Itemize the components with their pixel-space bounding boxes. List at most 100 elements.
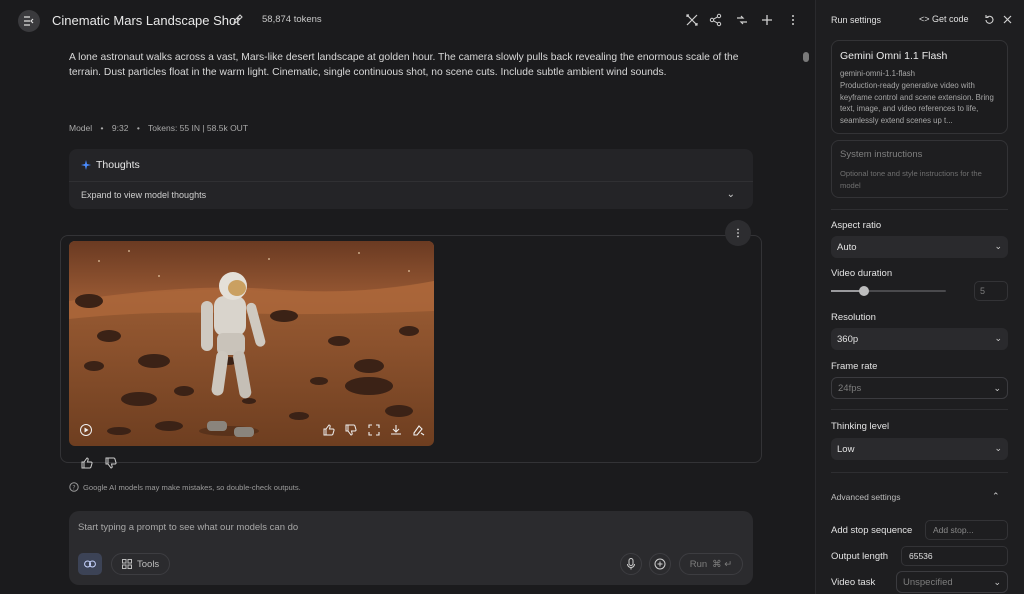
tools-button[interactable]: Tools bbox=[111, 553, 171, 575]
model-selector[interactable]: Gemini Omni 1.1 Flash gemini-omni-1.1-fl… bbox=[831, 40, 1008, 134]
meta-separator: • bbox=[100, 123, 104, 133]
chevron-down-icon: ⌄ bbox=[994, 443, 1002, 453]
aspect-ratio-value: Auto bbox=[837, 241, 857, 253]
chevron-down-icon: ⌄ bbox=[994, 241, 1002, 251]
menu-toggle-button[interactable] bbox=[18, 10, 40, 32]
grid-icon bbox=[122, 559, 132, 569]
divider bbox=[69, 181, 753, 182]
resolution-select[interactable]: 360p ⌄ bbox=[831, 328, 1008, 350]
menu-collapse-icon bbox=[24, 16, 34, 26]
thinking-level-value: Low bbox=[837, 443, 855, 455]
thinking-level-label: Thinking level bbox=[831, 421, 890, 432]
get-code-button[interactable]: <> Get code bbox=[919, 14, 969, 24]
run-label: Run bbox=[689, 558, 708, 570]
fullscreen-icon[interactable] bbox=[367, 423, 381, 437]
response-more-button[interactable] bbox=[725, 220, 751, 246]
chevron-down-icon: ⌄ bbox=[993, 577, 1001, 587]
video-duration-slider[interactable] bbox=[831, 286, 946, 296]
microphone-icon bbox=[627, 558, 635, 570]
download-icon[interactable] bbox=[389, 423, 403, 437]
resolution-value: 360p bbox=[837, 333, 859, 345]
app-root: Cinematic Mars Landscape Shot 58,874 tok… bbox=[0, 0, 1024, 594]
divider bbox=[831, 209, 1008, 210]
add-icon[interactable] bbox=[760, 13, 774, 27]
divider bbox=[831, 409, 1008, 410]
frame-rate-value: 24fps bbox=[838, 382, 862, 394]
system-instructions-title: System instructions bbox=[840, 149, 923, 160]
system-instructions-placeholder: Optional tone and style instructions for… bbox=[840, 169, 982, 190]
compare-icon[interactable] bbox=[735, 13, 749, 27]
response-meta: Model • 9:32 • Tokens: 55 IN | 58.5k OUT bbox=[69, 123, 254, 133]
add-media-button[interactable] bbox=[649, 553, 671, 575]
resolution-label: Resolution bbox=[831, 312, 876, 323]
video-duration-input[interactable]: 5 bbox=[974, 281, 1008, 301]
more-vert-icon bbox=[737, 228, 739, 238]
thoughts-header: Thoughts bbox=[81, 159, 140, 171]
prompt-composer[interactable]: Start typing a prompt to see what our mo… bbox=[69, 511, 753, 585]
response-time: 9:32 bbox=[111, 123, 129, 133]
thoughts-expand-label[interactable]: Expand to view model thoughts bbox=[81, 190, 206, 200]
add-circle-icon bbox=[654, 558, 666, 570]
chevron-down-icon[interactable]: ⌄ bbox=[727, 189, 735, 200]
reset-icon[interactable] bbox=[984, 14, 995, 25]
code-icon: <> bbox=[919, 14, 930, 24]
disclaimer: ? Google AI models may make mistakes, so… bbox=[69, 482, 301, 492]
model-id: gemini-omni-1.1-flash bbox=[840, 69, 915, 78]
output-length-input[interactable]: 65536 bbox=[901, 546, 1008, 566]
advanced-settings-toggle[interactable]: Advanced settings bbox=[831, 492, 900, 502]
slider-thumb[interactable] bbox=[859, 286, 869, 296]
response-role: Model bbox=[69, 123, 93, 133]
model-description: Production-ready generative video with k… bbox=[840, 81, 994, 125]
close-icon[interactable] bbox=[1003, 15, 1012, 24]
generated-video[interactable] bbox=[69, 241, 434, 446]
link-button[interactable] bbox=[78, 553, 102, 575]
share-icon[interactable] bbox=[709, 13, 723, 27]
video-task-select[interactable]: Unspecified ⌄ bbox=[896, 571, 1008, 593]
more-vert-icon[interactable] bbox=[786, 13, 800, 27]
thumbs-down-icon[interactable] bbox=[344, 423, 358, 437]
link-icon bbox=[84, 560, 96, 568]
compare-tools-icon[interactable] bbox=[685, 13, 699, 27]
thumbs-up-icon[interactable] bbox=[80, 456, 94, 470]
meta-separator: • bbox=[136, 123, 140, 133]
stop-sequence-label: Add stop sequence bbox=[831, 525, 913, 536]
response-tokens: Tokens: 55 IN | 58.5k OUT bbox=[148, 123, 249, 133]
chevron-down-icon: ⌄ bbox=[994, 333, 1002, 343]
thinking-level-select[interactable]: Low ⌄ bbox=[831, 438, 1008, 460]
video-task-label: Video task bbox=[831, 577, 876, 588]
chat-scrollbar[interactable] bbox=[803, 52, 809, 62]
tools-label: Tools bbox=[137, 558, 160, 570]
mic-button[interactable] bbox=[620, 553, 642, 575]
disclaimer-text: Google AI models may make mistakes, so d… bbox=[83, 482, 301, 492]
model-name: Gemini Omni 1.1 Flash bbox=[840, 50, 948, 62]
token-count: 58,874 tokens bbox=[262, 14, 322, 25]
stop-sequence-input[interactable]: Add stop... bbox=[925, 520, 1008, 540]
aspect-ratio-select[interactable]: Auto ⌄ bbox=[831, 236, 1008, 258]
pencil-icon[interactable] bbox=[232, 13, 244, 25]
thoughts-title: Thoughts bbox=[96, 159, 140, 171]
aspect-ratio-label: Aspect ratio bbox=[831, 220, 882, 231]
frame-rate-label: Frame rate bbox=[831, 361, 878, 372]
play-icon[interactable] bbox=[79, 423, 93, 437]
thumbs-down-icon[interactable] bbox=[104, 456, 118, 470]
system-instructions[interactable]: System instructions Optional tone and st… bbox=[831, 140, 1008, 198]
run-button[interactable]: Run ⌘ ↵ bbox=[679, 553, 743, 575]
chevron-down-icon: ⌄ bbox=[993, 383, 1001, 393]
output-length-label: Output length bbox=[831, 551, 889, 562]
thoughts-panel[interactable]: Thoughts Expand to view model thoughts ⌄ bbox=[69, 149, 753, 209]
run-shortcut: ⌘ ↵ bbox=[712, 558, 733, 570]
run-settings-panel: Run settings <> Get code Gemini Omni 1.1… bbox=[815, 0, 1024, 594]
frame-rate-select[interactable]: 24fps ⌄ bbox=[831, 377, 1008, 399]
video-task-value: Unspecified bbox=[903, 576, 953, 588]
thumbs-up-icon[interactable] bbox=[322, 423, 336, 437]
panel-title: Run settings bbox=[831, 15, 882, 25]
info-icon: ? bbox=[69, 482, 79, 492]
chevron-up-icon[interactable]: ⌃ bbox=[992, 491, 1000, 502]
video-duration-label: Video duration bbox=[831, 268, 893, 279]
divider bbox=[831, 472, 1008, 473]
edit-video-icon[interactable] bbox=[412, 423, 426, 437]
sparkle-icon bbox=[81, 160, 91, 170]
get-code-label: Get code bbox=[932, 14, 969, 24]
svg-text:?: ? bbox=[72, 484, 75, 491]
prompt-input[interactable]: Start typing a prompt to see what our mo… bbox=[78, 522, 298, 533]
